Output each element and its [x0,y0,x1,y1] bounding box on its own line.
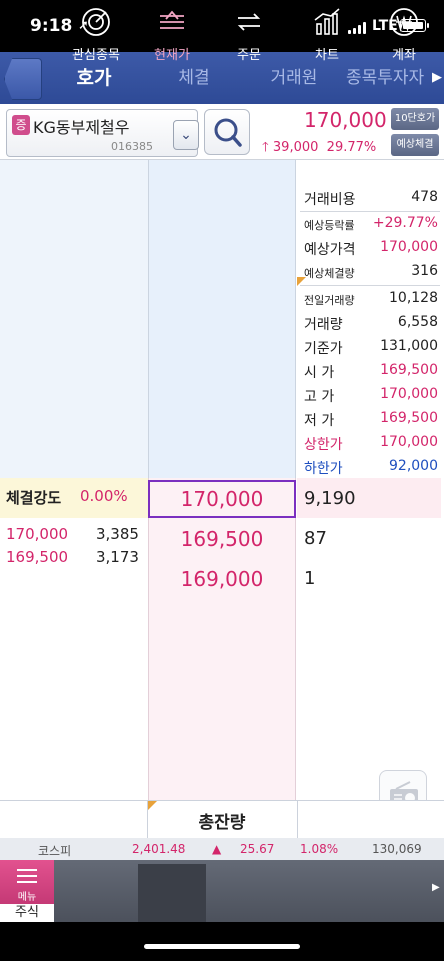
ticker-name: 코스피 [38,844,72,858]
nav-label: 관심종목 [72,48,120,63]
nav-menu-sub-label: 주식 [0,904,54,922]
search-button[interactable] [204,109,250,155]
trade-price: 169,500 [6,548,69,566]
orderbook-icon [160,10,184,29]
orderbook-price[interactable]: 170,000 [150,487,294,511]
strength-value: 0.00% [80,487,128,505]
info-lower-limit: 하한가 92,000 [304,458,438,477]
info-expected-volume: 예상체결량 316 [304,263,438,280]
search-icon [214,118,242,147]
ticker-change: 25.67 [240,842,275,856]
market-badge: 증 [12,115,30,135]
nav-watchlist[interactable]: 관심종목 [54,0,138,63]
info-expected-rate: 예상등락률 +29.77% [304,215,438,232]
nav-label: 차트 [315,48,339,63]
price-area-top [148,160,296,478]
back-button[interactable] [4,58,42,100]
hamburger-icon [17,869,37,883]
info-trade-cost: 거래비용 478 [304,189,438,208]
info-upper-limit: 상한가 170,000 [304,434,438,453]
nav-current-price[interactable]: 현재가 [130,0,214,63]
nav-more-icon[interactable]: ▶ [432,882,440,893]
stock-selector[interactable]: 증 KG동부제철우 016385 ⌄ [6,109,199,157]
orderbook-qty: 9,190 [304,488,356,509]
watchlist-icon [82,8,110,36]
chevron-down-icon[interactable]: ⌄ [173,120,199,150]
info-volume: 거래량 6,558 [304,314,438,333]
up-arrow-icon: ▲ [212,842,222,856]
nav-chart[interactable]: 차트 [285,0,369,63]
info-base-price: 기준가 131,000 [304,338,438,357]
ticker-percent: 1.08% [300,842,339,856]
orderbook-price[interactable]: 169,500 [150,527,294,551]
stock-header: 증 KG동부제철우 016385 ⌄ 170,000 🡑 39,000 29.7… [0,104,444,160]
change-percent: 29.77% [326,140,377,155]
ticker-volume: 130,069 [372,842,422,856]
price-change: 🡑 39,000 29.77% [262,138,376,160]
ten-level-quote-button[interactable]: 10단호가 [391,108,439,130]
orderbook-price[interactable]: 169,000 [150,567,294,591]
change-amount: 39,000 [272,140,319,155]
expected-execution-button[interactable]: 예상체결 [391,134,439,156]
nav-label: 계좌 [392,48,416,63]
nav-label: 현재가 [154,48,190,63]
bid-qty-area-top [0,160,148,478]
home-indicator[interactable] [144,944,300,949]
orderbook-qty: 1 [304,568,316,589]
index-ticker[interactable]: 코스피 2,401.48 ▲ 25.67 1.08% 130,069 [0,838,444,860]
total-remaining-label: 총잔량 [198,813,246,833]
tab-scroll-right-icon[interactable]: ▶ [432,70,442,85]
stock-name: KG동부제철우 [33,118,130,137]
trade-volume: 3,385 [96,525,139,543]
chart-icon [314,8,340,35]
trade-volume: 3,173 [96,548,139,566]
info-low: 저 가 169,500 [304,410,438,429]
nav-label: 주문 [237,48,261,63]
won-icon [390,8,418,36]
strength-label: 체결강도 [6,489,62,507]
up-arrow-icon: 🡑 [262,140,269,155]
info-expected-price: 예상가격 170,000 [304,239,438,258]
trade-price: 170,000 [6,525,69,543]
info-prev-volume: 전일거래량 10,128 [304,290,438,307]
nav-menu-label: 메뉴 [17,892,37,903]
ticker-value: 2,401.48 [132,842,186,856]
info-open: 시 가 169,500 [304,362,438,381]
stock-code: 016385 [111,140,153,153]
current-price: 170,000 [304,108,387,132]
nav-account[interactable]: 계좌 [362,0,444,63]
info-high: 고 가 170,000 [304,386,438,405]
order-icon [237,13,261,31]
nav-menu[interactable]: 메뉴 주식 [0,860,54,922]
nav-order[interactable]: 주문 [207,0,291,63]
bottom-nav [0,860,444,922]
orderbook-qty: 87 [304,528,327,549]
